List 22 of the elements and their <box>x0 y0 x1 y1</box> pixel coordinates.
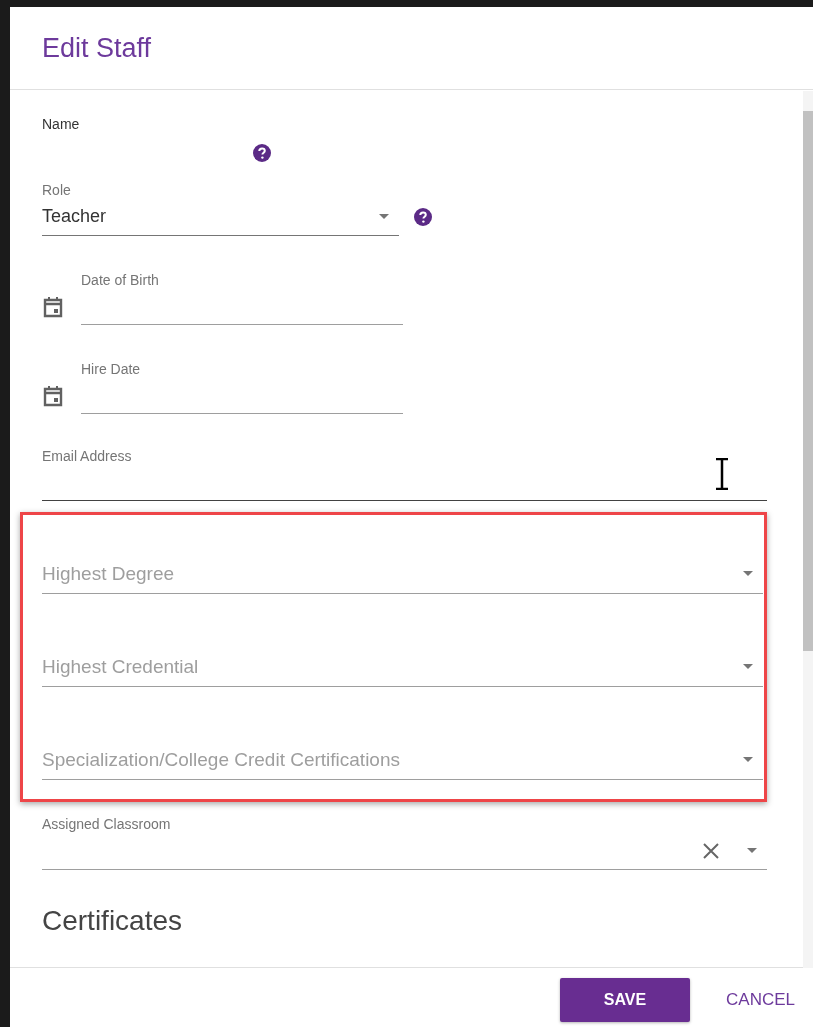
dropdown-caret-icon[interactable] <box>743 757 753 762</box>
cancel-button[interactable]: CANCEL <box>722 978 799 1022</box>
text-cursor-icon <box>715 458 729 490</box>
select-field[interactable]: Teacher <box>42 198 399 236</box>
field-label: Email Address <box>42 448 133 464</box>
dropdown-caret-icon[interactable] <box>743 571 753 576</box>
clear-icon[interactable] <box>703 842 719 859</box>
field-label: Date of Birth <box>81 272 160 288</box>
field-label: Assigned Classroom <box>42 816 172 832</box>
field-label: Hire Date <box>81 361 142 377</box>
dropdown-caret-icon[interactable] <box>743 664 753 669</box>
help-icon[interactable] <box>414 208 432 226</box>
dialog-title: Edit Staff <box>42 32 152 64</box>
section-heading: Certificates <box>42 904 183 938</box>
dropdown-caret-icon[interactable] <box>379 214 389 219</box>
calendar-icon[interactable] <box>42 296 64 318</box>
help-icon[interactable] <box>253 144 271 162</box>
calendar-icon[interactable] <box>42 385 64 407</box>
save-button[interactable]: SAVE <box>560 978 691 1022</box>
field-label: Name <box>42 116 81 132</box>
dropdown-caret-icon[interactable] <box>747 848 757 853</box>
field-label: Role <box>42 182 72 198</box>
